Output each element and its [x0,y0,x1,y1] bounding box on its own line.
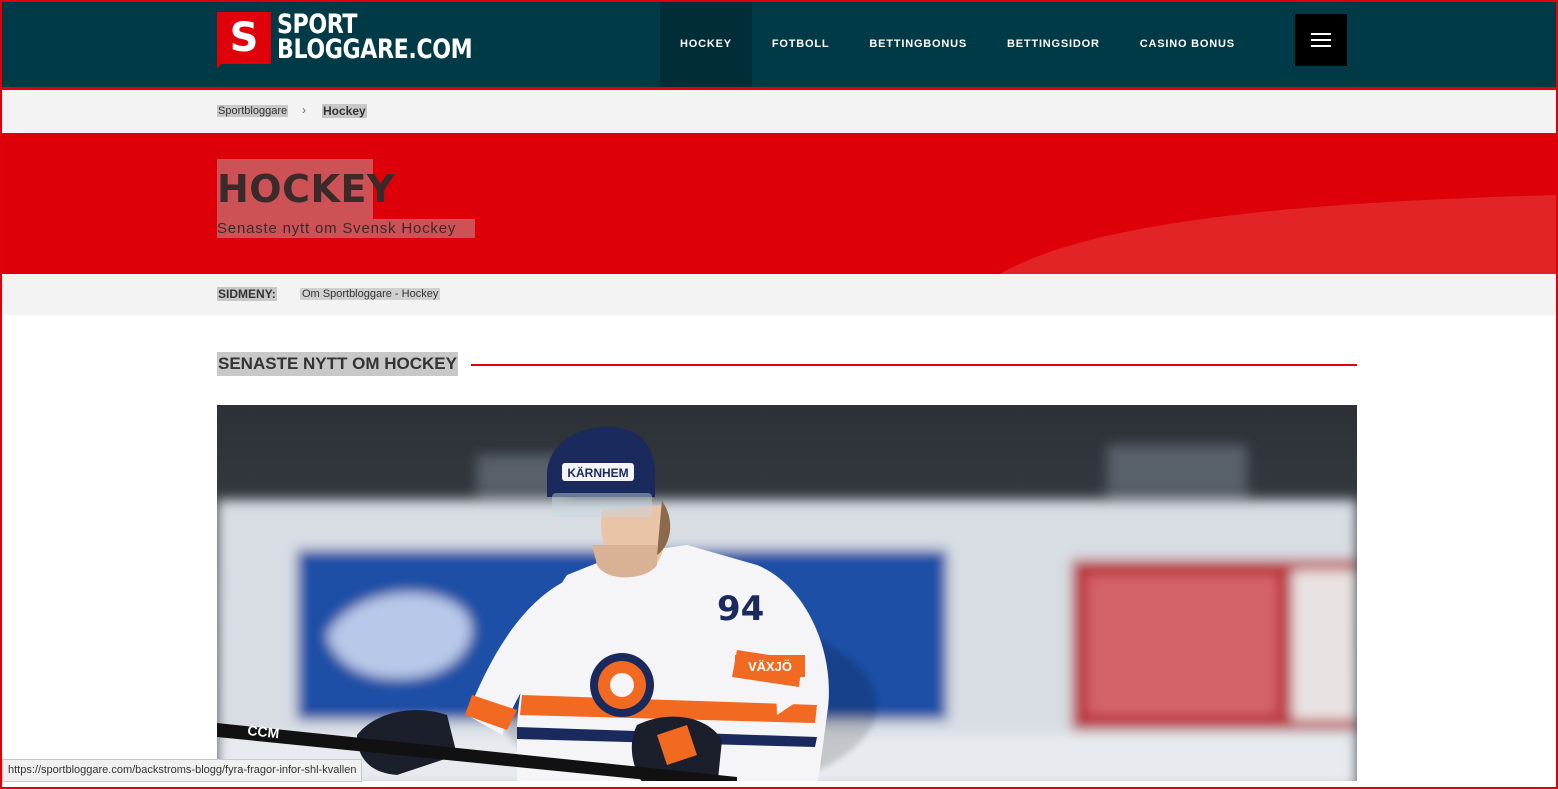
hockey-player-illustration: KÄRNHEM 94 VÄXJÖ CCM [217,405,1357,789]
breadcrumb-current: Hockey [322,104,367,118]
breadcrumb: Sportbloggare › Hockey [0,90,1558,133]
nav-item-bettingbonus[interactable]: BETTINGBONUS [849,0,987,87]
nav-item-bettingsidor[interactable]: BETTINGSIDOR [987,0,1120,87]
side-menu-bar: SIDMENY: Om Sportbloggare - Hockey [0,274,1558,315]
jersey-number: 94 [717,589,764,629]
nav-item-hockey[interactable]: HOCKEY [660,0,752,87]
helmet-sponsor-text: KÄRNHEM [567,465,628,480]
nav-item-fotboll[interactable]: FOTBOLL [752,0,850,87]
section-title: SENASTE NYTT OM HOCKEY [217,352,458,376]
breadcrumb-home-link[interactable]: Sportbloggare [217,105,289,117]
page-title: HOCKEY [217,159,394,219]
breadcrumb-separator-icon: › [302,103,306,117]
page-bottom-strip [0,781,1558,789]
site-header: S SPORT BLOGGARE.COM HOCKEY FOTBOLL BETT… [0,0,1558,90]
logo-wordmark: SPORT BLOGGARE.COM [277,11,473,65]
featured-article-image[interactable]: KÄRNHEM 94 VÄXJÖ CCM [217,405,1357,789]
nav-item-casino-bonus[interactable]: CASINO BONUS [1120,0,1255,87]
site-logo[interactable]: S SPORT BLOGGARE.COM [217,11,473,68]
menu-button[interactable] [1295,14,1347,66]
logo-badge-letter: S [229,15,259,61]
main-nav: HOCKEY FOTBOLL BETTINGBONUS BETTINGSIDOR… [660,0,1255,87]
browser-status-url: https://sportbloggare.com/backstroms-blo… [2,759,363,782]
sleeve-sponsor-text: VÄXJÖ [748,659,792,674]
hamburger-icon [1311,33,1331,47]
section-divider [471,364,1357,366]
side-menu-label: SIDMENY: [217,287,277,301]
page-subtitle: Senaste nytt om Svensk Hockey [217,219,475,238]
side-menu-link-om[interactable]: Om Sportbloggare - Hockey [300,288,441,300]
logo-line-2: BLOGGARE.COM [277,34,473,65]
stick-brand-text: CCM [247,722,280,741]
category-hero: HOCKEY Senaste nytt om Svensk Hockey [0,133,1558,274]
